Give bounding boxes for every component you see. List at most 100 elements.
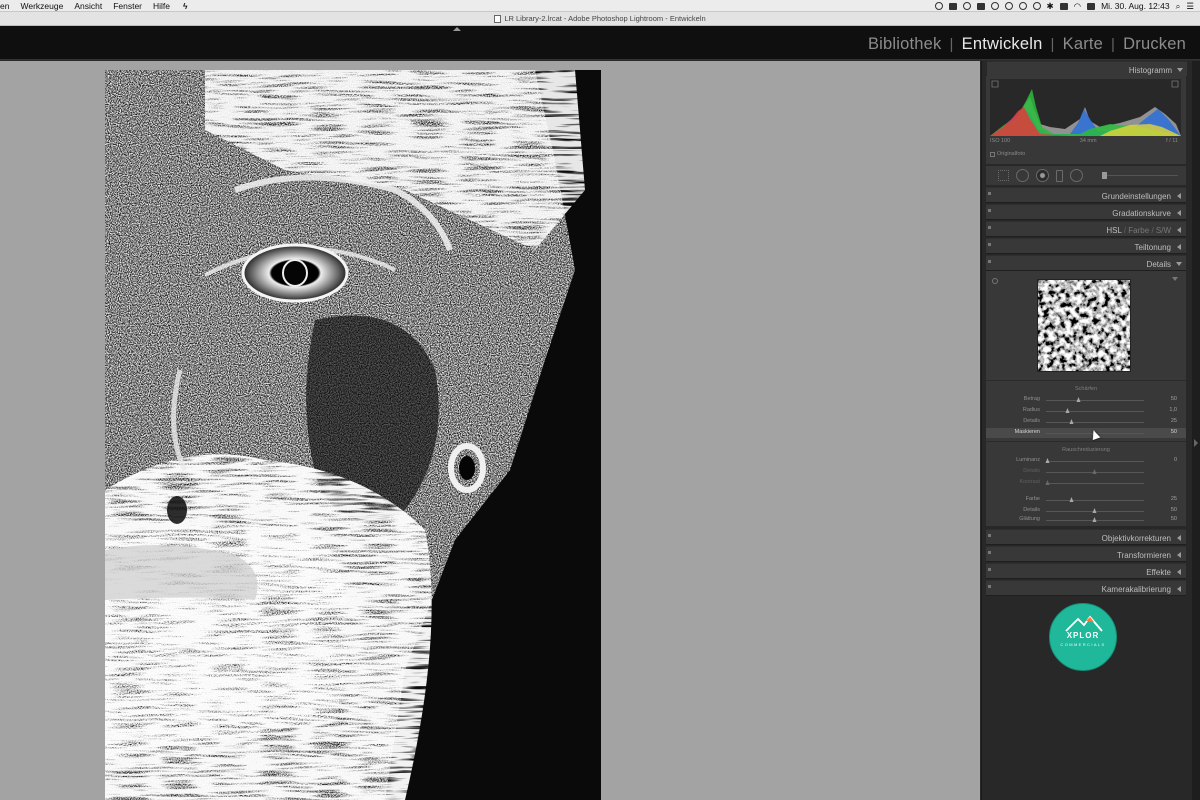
panel-switch-icon[interactable] [988,551,991,554]
slider-track[interactable] [1046,408,1144,413]
slider-track[interactable] [1046,517,1144,522]
menu-item-werkzeuge[interactable]: Werkzeuge [20,1,63,11]
panel-label: Grundeinstellungen [1101,192,1171,201]
panel-header-hsl[interactable]: HSL / Farbe / S/W [986,221,1186,237]
panel-header-effekte[interactable]: Effekte [986,563,1186,579]
slider-knob[interactable] [1076,397,1081,402]
detail-preview[interactable] [1037,279,1131,372]
panel-switch-icon[interactable] [988,243,991,246]
histogram[interactable]: ISO 100 34 mm f / 11 Originalfoto [986,76,1186,164]
farbe-tab[interactable]: Farbe [1128,226,1149,235]
spot-removal-icon[interactable] [1016,169,1029,182]
module-entwickeln[interactable]: Entwickeln [962,35,1043,54]
panel-header-teiltonung[interactable]: Teiltonung [986,238,1186,254]
panel-switch-icon[interactable] [988,226,991,229]
collapse-top-panel-icon[interactable] [453,27,461,31]
bluetooth-icon[interactable]: ✱ [1047,1,1054,12]
sw-tab[interactable]: S/W [1156,226,1171,235]
panel-switch-icon[interactable] [988,534,991,537]
slider-knob[interactable] [1092,508,1097,513]
eye-icon[interactable] [1004,2,1013,10]
slider-knob[interactable] [1092,517,1097,522]
slider-track[interactable] [1045,458,1144,463]
radial-filter-icon[interactable] [1070,169,1083,182]
menu-item-fenster[interactable]: Fenster [113,1,142,11]
lock-icon[interactable] [1059,2,1068,10]
slider-knob[interactable] [1045,458,1050,463]
slider-value[interactable]: 1,0 [1169,407,1177,413]
slider-value[interactable]: 25 [1171,496,1177,502]
wifi-icon[interactable]: ◠ [1074,1,1081,12]
slider-track[interactable] [1046,419,1144,424]
slider-radius[interactable]: Radius 1,0 [986,406,1186,416]
panel-switch-icon[interactable] [988,260,991,263]
upload-icon[interactable] [976,2,985,10]
slider-lum-details[interactable]: Details [986,467,1186,477]
original-photo-toggle[interactable]: Originalfoto [990,151,1025,157]
list-icon[interactable]: ☰ [1186,1,1194,12]
module-drucken[interactable]: Drucken [1123,35,1186,54]
red-eye-icon[interactable] [1036,169,1049,182]
clock-text[interactable]: Mi. 30. Aug. 12:43 [1101,1,1170,11]
module-karte[interactable]: Karte [1063,35,1103,54]
menu-item-hilfe[interactable]: Hilfe [153,1,170,11]
panel-header-histogramm[interactable]: Histogramm [987,61,1187,77]
slider-knob[interactable] [1092,469,1097,474]
preview-toggle-icon[interactable] [1172,277,1178,281]
panel-switch-icon[interactable] [988,209,991,212]
collapsed-icon [1177,227,1181,233]
time-machine-icon[interactable] [1032,2,1041,10]
circle-icon[interactable] [1018,2,1027,10]
slider-farbe[interactable]: Farbe 25 [986,495,1186,505]
bolt-icon[interactable]: ϟ [183,1,188,11]
panel-header-details[interactable]: Details [986,255,1186,271]
slider-track[interactable] [1046,469,1144,474]
slider-value[interactable]: 50 [1171,429,1177,435]
slider-knob[interactable] [1045,480,1050,485]
slider-track[interactable] [1045,480,1144,485]
slider-value[interactable]: 25 [1171,418,1177,424]
slider-details[interactable]: Details 25 [986,417,1186,427]
battery-icon[interactable] [1087,2,1096,10]
panel-switch-icon[interactable] [988,192,991,195]
slider-value[interactable]: 0 [1174,457,1177,463]
slider-maskieren[interactable]: Maskieren 50 [986,428,1186,438]
target-adjustment-icon[interactable] [992,278,998,284]
menu-item-ansicht[interactable]: Ansicht [74,1,102,11]
panel-switch-icon[interactable] [988,585,991,588]
status-menus: ✱ ◠ Mi. 30. Aug. 12:43 ⌕ ☰ [934,0,1194,12]
slider-luminanz[interactable]: Luminanz 0 [986,456,1186,466]
slider-knob[interactable] [1065,408,1070,413]
slider-value[interactable]: 50 [1171,516,1177,522]
dropbox-icon[interactable] [948,2,957,10]
module-bibliothek[interactable]: Bibliothek [868,35,942,54]
panel-header-gradationskurve[interactable]: Gradationskurve [986,204,1186,220]
graduated-filter-icon[interactable] [1056,169,1063,182]
slider-betrag[interactable]: Betrag 50 [986,395,1186,405]
search-icon[interactable]: ⌕ [1176,1,1181,12]
adjustment-brush-slider[interactable] [1102,172,1178,179]
collapse-right-panel-icon[interactable] [1194,439,1198,447]
panel-header-grundeinstellungen[interactable]: Grundeinstellungen [986,187,1186,203]
cloud-icon[interactable] [962,2,971,10]
slider-glaettung[interactable]: Glättung 50 [986,515,1186,525]
panel-header-transformieren[interactable]: Transformieren [986,546,1186,562]
hsl-tab[interactable]: HSL [1106,226,1121,235]
slider-track[interactable] [1046,497,1144,502]
panel-header-kamerakalibrierung[interactable]: Kamerakalibrierung [986,580,1186,596]
slider-track[interactable] [1046,397,1144,402]
crop-overlay-icon[interactable] [998,170,1009,181]
panel-header-objektivkorrekturen[interactable]: Objektivkorrekturen [986,529,1186,545]
record-icon[interactable] [934,2,943,10]
menu-item-en[interactable]: en [0,1,9,11]
slider-kontrast[interactable]: Kontrast [986,478,1186,488]
slider-value[interactable]: 50 [1171,507,1177,513]
panel-switch-icon[interactable] [988,568,991,571]
sync-icon[interactable] [990,2,999,10]
slider-track[interactable] [1046,508,1144,513]
slider-knob[interactable] [1069,419,1074,424]
right-panel-edge[interactable] [1192,61,1200,800]
slider-value[interactable]: 50 [1171,396,1177,402]
slider-knob[interactable] [1069,497,1074,502]
portrait-photo[interactable] [105,70,601,800]
